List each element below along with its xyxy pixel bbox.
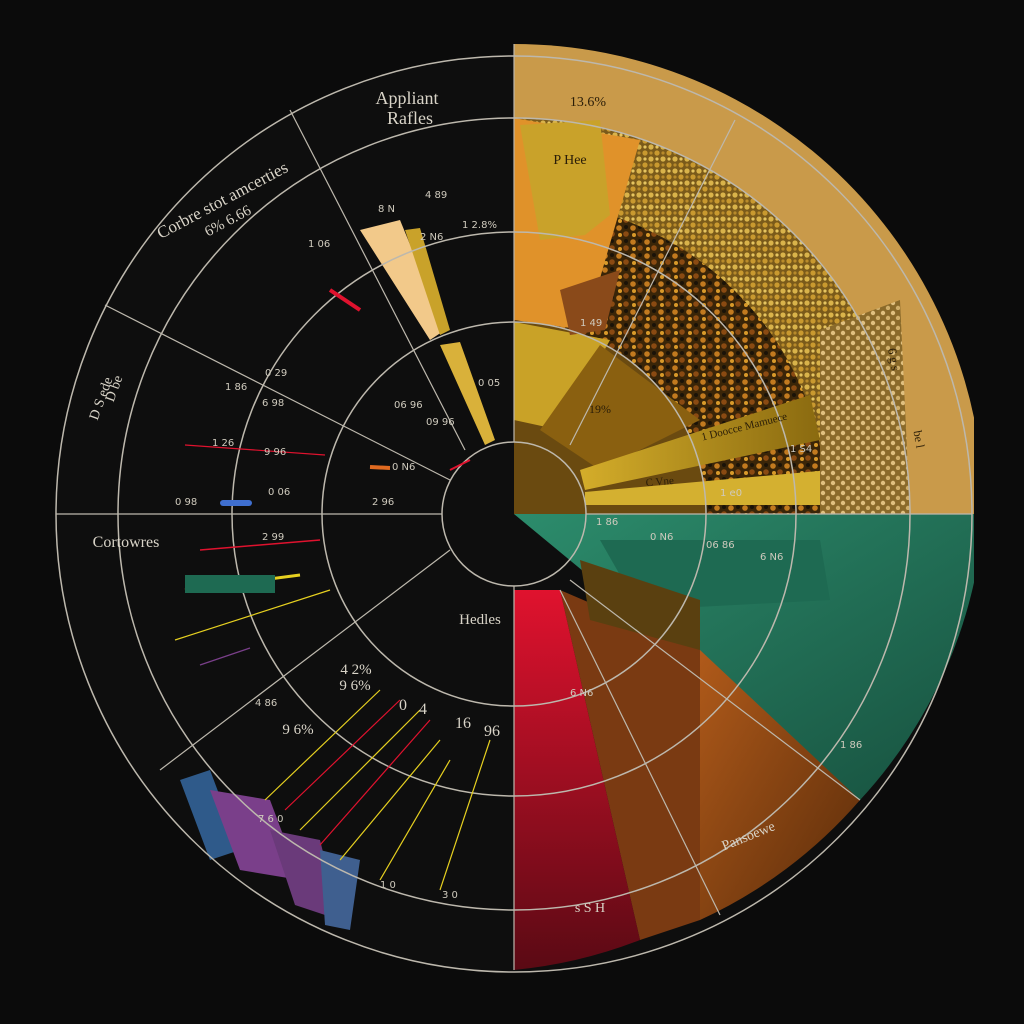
teal-small-3: 06 86 [706, 540, 735, 551]
inner-gold-band-label2: C Vne [645, 475, 674, 489]
small-g: 6 98 [262, 398, 284, 409]
bottom-num-2: 4 [419, 701, 427, 718]
small-d: 1 06 [308, 239, 330, 250]
small-b: 4 89 [425, 190, 447, 201]
bottom-small-4: 3 0 [442, 890, 458, 901]
bottom-num-1: 0 [399, 697, 407, 714]
top-title-line2: Rafles [387, 108, 433, 128]
small-n: 0 05 [478, 378, 500, 389]
gold-small-3: 1 e0 [720, 488, 742, 499]
small-j: 0 98 [175, 497, 197, 508]
teal-small-2: 0 N6 [650, 532, 673, 543]
small-h: 1 26 [212, 438, 234, 449]
red-bottom-label: s S H [575, 901, 605, 916]
top-title-line1: Appliant [376, 88, 439, 108]
top-right-label: P Hee [553, 153, 586, 168]
teal-small-5: 1 86 [840, 740, 862, 751]
bottom-pct-1: 4 2% [340, 662, 371, 678]
teal-small-4: 6 N6 [760, 552, 783, 563]
bottom-pct-3: 9 6% [282, 722, 313, 738]
left-mid-label: Cortowres [93, 534, 160, 551]
small-a: 8 N [378, 204, 395, 215]
brown-small: 6 N6 [570, 688, 593, 699]
pct-top-inner: 1 2.8% [462, 220, 497, 231]
gold-small-1: 1 49 [580, 318, 602, 329]
small-e: 1 86 [225, 382, 247, 393]
bottom-small-1: 4 86 [255, 698, 277, 709]
bottom-num-4: 96 [484, 723, 500, 740]
small-m: 09 96 [426, 417, 455, 428]
small-k: 0 06 [268, 487, 290, 498]
bottom-small-2: 7 6 0 [258, 814, 283, 825]
mid-left-2: 2 96 [372, 497, 394, 508]
small-l: 06 96 [394, 400, 423, 411]
center-right-mid-label: Hedles [459, 612, 501, 628]
bottom-small-3: 1 0 [380, 880, 396, 891]
inner-gold-pct: 19% [589, 402, 611, 416]
bottom-pct-2: 9 6% [339, 678, 370, 694]
circular-diagram: Appliant Rafles Corbre stot amcerties 6%… [55, 44, 974, 973]
bottom-num-3: 16 [455, 715, 471, 732]
gold-small-2: 1 S4 [790, 444, 812, 455]
mid-left-1: 0 N6 [392, 462, 415, 473]
top-right-band-pct: 13.6% [570, 95, 607, 110]
small-f: 0 29 [265, 368, 287, 379]
small-i: 9 96 [264, 447, 286, 458]
small-c: 2 N6 [420, 232, 443, 243]
teal-small-1: 1 86 [596, 517, 618, 528]
mid-left-3: 2 99 [262, 532, 284, 543]
